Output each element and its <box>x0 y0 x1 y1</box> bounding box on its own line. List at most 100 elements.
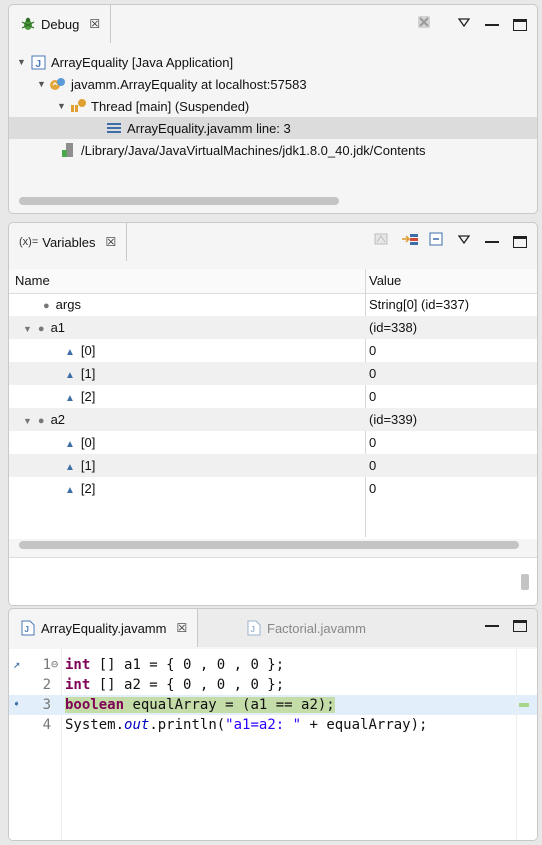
debug-bug-icon <box>19 16 37 32</box>
javamm-file-icon: J <box>19 620 37 636</box>
code-editor[interactable]: ↗ 1 ⊖ int [] a1 = { 0 , 0 , 0 }; 2 int [… <box>9 649 537 840</box>
view-menu-icon[interactable] <box>457 233 471 248</box>
debug-horizontal-scrollbar[interactable] <box>19 197 339 205</box>
tab-variables-label: Variables <box>42 234 96 250</box>
variables-table-header: Name Value <box>9 269 537 294</box>
line-number: 1 <box>42 657 51 673</box>
variable-value: 0 <box>369 481 377 496</box>
expand-arrow-icon[interactable]: ▼ <box>23 416 32 426</box>
minimize-icon[interactable] <box>485 233 499 248</box>
variable-value: 0 <box>369 366 377 381</box>
svg-text:J: J <box>251 625 255 634</box>
variable-row-a1[interactable]: ▼ ● a1 (id=338) <box>9 316 537 339</box>
view-menu-icon[interactable] <box>457 16 471 31</box>
tree-item-thread[interactable]: ▼ Thread [main] (Suspended) <box>57 95 249 117</box>
array-element-icon: ▲ <box>65 393 75 404</box>
tree-item-target[interactable]: ▼ javamm.ArrayEquality at localhost:5758… <box>37 73 307 95</box>
details-pane[interactable] <box>9 557 537 605</box>
overview-ruler[interactable] <box>516 649 537 840</box>
variable-value: (id=338) <box>369 320 418 335</box>
tree-item-target-label: javamm.ArrayEquality at localhost:57583 <box>71 76 307 92</box>
close-icon[interactable]: ☒ <box>176 621 187 635</box>
debug-target-icon <box>49 76 67 92</box>
editor-tabbar: J ArrayEquality.javamm ☒ J Factorial.jav… <box>9 609 537 647</box>
tab-arrayequality[interactable]: J ArrayEquality.javamm ☒ <box>9 609 199 647</box>
code-keyword: boolean <box>65 697 125 713</box>
code-line-4[interactable]: 4 System.out.println("a1=a2: " + equalAr… <box>9 715 537 735</box>
expand-arrow-icon[interactable]: ▼ <box>17 57 29 67</box>
code-text: [] a2 = { 0 , 0 , 0 }; <box>90 677 285 693</box>
jvm-process-icon <box>59 142 77 158</box>
maximize-icon[interactable] <box>513 16 527 31</box>
column-header-name[interactable]: Name <box>15 273 50 288</box>
variable-name: [0] <box>80 343 96 358</box>
expand-arrow-icon[interactable]: ▼ <box>57 101 69 111</box>
close-icon[interactable]: ☒ <box>105 235 116 249</box>
tree-item-stack-frame[interactable]: ArrayEquality.javamm line: 3 <box>9 117 537 139</box>
tree-item-app[interactable]: ▼ J ArrayEquality [Java Application] <box>17 51 233 73</box>
maximize-icon[interactable] <box>513 617 527 632</box>
tree-item-stack-frame-label: ArrayEquality.javamm line: 3 <box>127 120 291 136</box>
variable-row-a2-2[interactable]: ▲ [2] 0 <box>9 477 537 500</box>
tab-debug[interactable]: Debug ☒ <box>9 5 112 43</box>
variable-row-args[interactable]: ● args String[0] (id=337) <box>9 293 537 316</box>
minimize-icon[interactable] <box>485 617 499 632</box>
show-type-names-icon[interactable] <box>373 231 388 250</box>
variable-name: [0] <box>80 435 96 450</box>
show-logical-structure-icon[interactable] <box>401 231 418 250</box>
variable-value: (id=339) <box>369 412 418 427</box>
minimize-icon[interactable] <box>485 16 499 31</box>
debug-view-controls <box>415 13 527 34</box>
code-text: System. <box>65 717 125 733</box>
code-field: out <box>124 717 150 733</box>
local-variable-icon: ● <box>37 323 45 335</box>
array-element-icon: ▲ <box>65 485 75 496</box>
java-application-icon: J <box>29 54 47 70</box>
variables-icon: (x)= <box>19 236 39 248</box>
variable-row-a2[interactable]: ▼ ● a2 (id=339) <box>9 408 537 431</box>
line-number: 2 <box>42 677 51 693</box>
variables-table: Name Value ● args String[0] (id=337) ▼ ● a1… <box>9 269 537 539</box>
line-number: 3 <box>42 697 51 713</box>
variables-horizontal-scrollbar[interactable] <box>19 541 519 549</box>
code-keyword: int <box>65 657 91 673</box>
remove-terminated-icon[interactable] <box>415 13 430 34</box>
stack-frame-icon <box>105 120 123 136</box>
variable-name: [2] <box>80 389 96 404</box>
tab-factorial[interactable]: J Factorial.javamm <box>245 609 366 647</box>
code-line-1[interactable]: ↗ 1 ⊖ int [] a1 = { 0 , 0 , 0 }; <box>9 655 537 675</box>
expand-arrow-icon[interactable]: ▼ <box>23 324 32 334</box>
breakpoint-icon[interactable]: ↗ <box>13 657 20 671</box>
variable-value: 0 <box>369 343 377 358</box>
code-text: [] a1 = { 0 , 0 , 0 }; <box>90 657 285 673</box>
variable-row-a2-1[interactable]: ▲ [1] 0 <box>9 454 537 477</box>
tab-factorial-label: Factorial.javamm <box>267 620 366 636</box>
tab-arrayequality-label: ArrayEquality.javamm <box>41 620 167 636</box>
tree-item-jvm[interactable]: /Library/Java/JavaVirtualMachines/jdk1.8… <box>59 139 425 161</box>
variable-name: a1 <box>50 320 66 335</box>
variable-row-a1-0[interactable]: ▲ [0] 0 <box>9 339 537 362</box>
variables-view: (x)= Variables ☒ Name Value ● args Strin… <box>8 222 538 606</box>
tab-variables[interactable]: (x)= Variables ☒ <box>9 223 128 261</box>
editor-view: J ArrayEquality.javamm ☒ J Factorial.jav… <box>8 608 538 841</box>
details-scrollbar[interactable] <box>521 574 529 590</box>
maximize-icon[interactable] <box>513 233 527 248</box>
variable-row-a2-0[interactable]: ▲ [0] 0 <box>9 431 537 454</box>
debug-tabbar: Debug ☒ <box>9 5 537 43</box>
column-header-value[interactable]: Value <box>369 273 401 288</box>
tree-item-jvm-label: /Library/Java/JavaVirtualMachines/jdk1.8… <box>81 142 426 158</box>
suspended-thread-icon <box>69 98 87 114</box>
variable-name: args <box>55 297 81 312</box>
collapse-all-icon[interactable] <box>429 232 443 249</box>
array-element-icon: ▲ <box>65 370 75 381</box>
code-line-2[interactable]: 2 int [] a2 = { 0 , 0 , 0 }; <box>9 675 537 695</box>
code-text: equalArray = (a1 == a2); <box>124 697 335 713</box>
code-text: .println( <box>149 717 226 733</box>
variable-row-a1-1[interactable]: ▲ [1] 0 <box>9 362 537 385</box>
code-line-3-current[interactable]: ➧ 3 boolean equalArray = (a1 == a2); <box>9 695 537 715</box>
close-icon[interactable]: ☒ <box>89 17 100 31</box>
variable-row-a1-2[interactable]: ▲ [2] 0 <box>9 385 537 408</box>
tab-debug-label: Debug <box>41 16 80 32</box>
expand-arrow-icon[interactable]: ▼ <box>37 79 49 89</box>
fold-marker-icon[interactable]: ⊖ <box>51 657 58 671</box>
